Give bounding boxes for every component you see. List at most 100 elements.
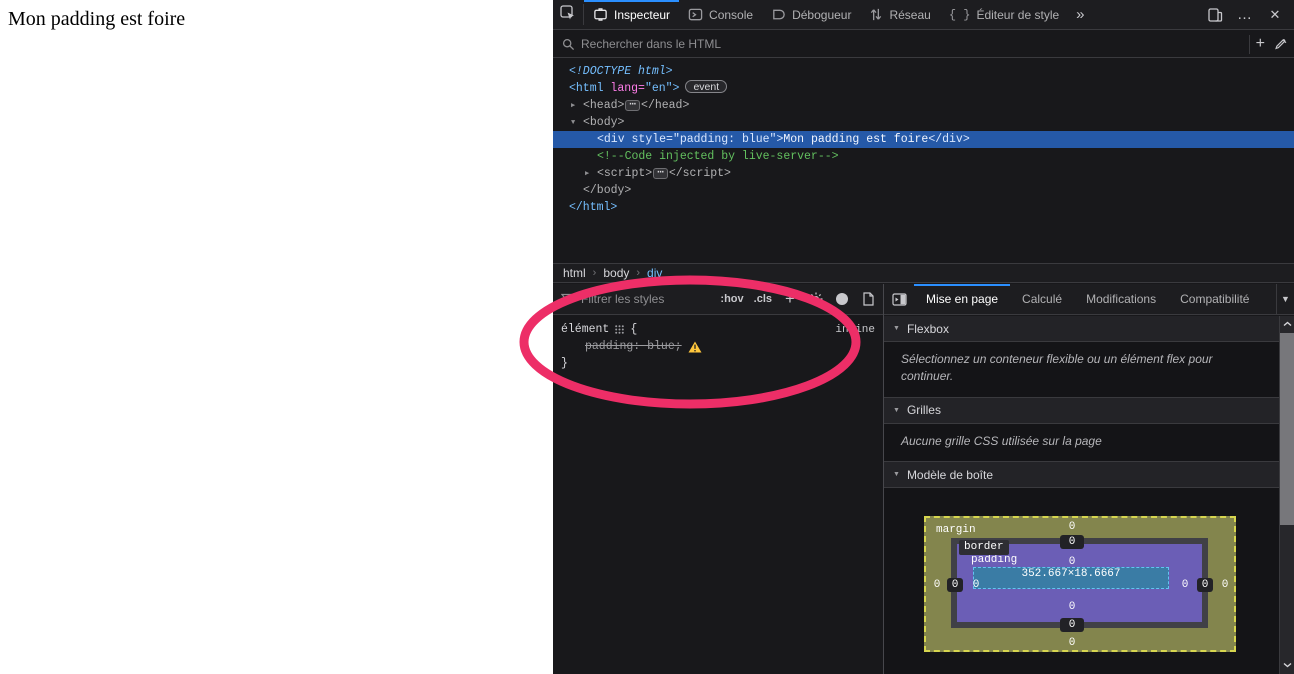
page-body-text: Mon padding est foire	[8, 8, 545, 31]
class-panel-button[interactable]: .cls	[751, 291, 775, 307]
add-node-button[interactable]: +	[1256, 36, 1265, 52]
print-simulation-button[interactable]	[857, 288, 879, 310]
rule-selector[interactable]: élément	[561, 321, 609, 338]
expand-arrow-icon[interactable]: ▶	[585, 166, 589, 183]
border-label: border	[959, 540, 1009, 555]
screenshot-root: Mon padding est foire	[0, 0, 1294, 674]
add-rule-button[interactable]: +	[779, 288, 801, 310]
ellipsis-badge[interactable]: ⋯	[625, 100, 640, 111]
border-right-value[interactable]: 0	[1197, 578, 1213, 592]
box-model-margin-region[interactable]: margin 0 0 0 0 0 0 0 0 0	[924, 516, 1236, 652]
responsive-design-mode-button[interactable]	[1202, 3, 1228, 27]
rule-source-link[interactable]: inline	[835, 324, 875, 336]
breadcrumb: html › body › div	[553, 263, 1294, 283]
tab-label: Débogueur	[792, 8, 851, 22]
border-left-value[interactable]: 0	[947, 578, 963, 592]
tab-reseau[interactable]: Réseau	[860, 0, 939, 29]
script-open-tag: <script>	[597, 167, 652, 180]
selector-highlighter-icon[interactable]	[615, 325, 624, 334]
padding-left-value[interactable]: 0	[967, 578, 985, 592]
tab-editeur-de-style[interactable]: { } Éditeur de style	[940, 0, 1068, 29]
section-title: Modèle de boîte	[907, 468, 993, 482]
markup-row-body-close[interactable]: </body>	[553, 182, 1294, 199]
search-actions: +	[1249, 35, 1294, 54]
comment-text: <!--Code injected by live-server-->	[597, 150, 839, 163]
invalid-declaration[interactable]: padding: blue;	[585, 338, 682, 355]
tab-label: Console	[709, 8, 753, 22]
breadcrumb-item-html[interactable]: html	[563, 266, 586, 280]
pick-element-button[interactable]	[553, 0, 583, 29]
section-header-grilles[interactable]: ▼ Grilles	[884, 398, 1279, 424]
markup-row-html-open[interactable]: <html lang="en">event	[553, 80, 1294, 97]
rule-close-line: }	[561, 355, 875, 372]
markup-row-doctype[interactable]: <!DOCTYPE html>	[553, 63, 1294, 80]
margin-top-value[interactable]: 0	[1060, 520, 1084, 534]
layout-scrollbar[interactable]	[1279, 316, 1294, 674]
tab-label: Compatibilité	[1180, 292, 1249, 306]
tab-mise-en-page[interactable]: Mise en page	[914, 284, 1010, 314]
tab-inspecteur[interactable]: Inspecteur	[584, 0, 679, 29]
markup-row-comment[interactable]: <!--Code injected by live-server-->	[553, 148, 1294, 165]
padding-label: padding	[971, 554, 1017, 566]
collapse-arrow-icon[interactable]: ▼	[571, 115, 575, 132]
border-top-value[interactable]: 0	[1060, 535, 1084, 549]
search-icon	[553, 38, 581, 51]
tabs-dropdown-button[interactable]: ▼	[1276, 284, 1294, 314]
scroll-up-icon[interactable]	[1280, 316, 1294, 331]
html-close-tag: </html>	[569, 201, 617, 214]
section-title: Flexbox	[907, 322, 949, 336]
rule-selector-line: élément { inline	[561, 321, 875, 338]
tab-console[interactable]: Console	[679, 0, 762, 29]
head-close-tag: </head>	[641, 99, 689, 112]
meatball-menu-button[interactable]: …	[1232, 3, 1258, 27]
tab-label: Inspecteur	[614, 8, 670, 22]
breadcrumb-separator: ›	[593, 267, 597, 279]
pseudo-class-button[interactable]: :hov	[717, 291, 746, 307]
rules-list: élément { inline padding: blue;	[553, 315, 883, 674]
breadcrumb-item-body[interactable]: body	[603, 266, 629, 280]
tab-modifications[interactable]: Modifications	[1074, 284, 1168, 314]
event-badge[interactable]: event	[685, 80, 727, 93]
margin-left-value[interactable]: 0	[928, 578, 946, 592]
light-mode-simulation-button[interactable]	[805, 288, 827, 310]
markup-row-html-close[interactable]: </html>	[553, 199, 1294, 216]
tab-calcule[interactable]: Calculé	[1010, 284, 1074, 314]
padding-top-value[interactable]: 0	[1060, 555, 1084, 569]
margin-right-value[interactable]: 0	[1216, 578, 1234, 592]
box-model-diagram: margin 0 0 0 0 0 0 0 0 0	[884, 488, 1279, 674]
sidebar-toggle-icon[interactable]	[884, 284, 914, 314]
border-bottom-value[interactable]: 0	[1060, 618, 1084, 632]
head-open-tag: <head>	[583, 99, 624, 112]
section-header-flexbox[interactable]: ▼ Flexbox	[884, 316, 1279, 342]
markup-search-bar: +	[553, 31, 1294, 58]
dark-mode-simulation-button[interactable]	[831, 288, 853, 310]
section-header-modele-de-boite[interactable]: ▼ Modèle de boîte	[884, 462, 1279, 488]
scroll-down-icon[interactable]	[1280, 657, 1294, 672]
padding-right-value[interactable]: 0	[1176, 578, 1194, 592]
collapse-arrow-icon: ▼	[893, 407, 900, 414]
filter-styles-input[interactable]	[581, 292, 713, 306]
markup-row-div-selected[interactable]: <div style="padding: blue">Mon padding e…	[553, 131, 1294, 148]
tab-debogueur[interactable]: Débogueur	[762, 0, 860, 29]
rule-declaration-line[interactable]: padding: blue;	[561, 338, 875, 355]
div-close-tag: </div>	[928, 133, 969, 146]
box-model-border-region[interactable]: border padding 352.667×18.6667	[951, 538, 1208, 628]
body-open-tag: <body>	[583, 116, 624, 129]
expand-arrow-icon[interactable]: ▶	[571, 98, 575, 115]
tab-overflow-chevron[interactable]: »	[1068, 0, 1092, 29]
margin-bottom-value[interactable]: 0	[1060, 636, 1084, 650]
box-model-content-region[interactable]: 352.667×18.6667	[973, 567, 1169, 589]
markup-row-body-open[interactable]: ▼ <body>	[553, 114, 1294, 131]
search-input[interactable]	[581, 37, 1249, 51]
padding-bottom-value[interactable]: 0	[1060, 600, 1084, 614]
tab-label: Calculé	[1022, 292, 1062, 306]
markup-row-script[interactable]: ▶<script>⋯</script>	[553, 165, 1294, 182]
breadcrumb-item-div[interactable]: div	[647, 266, 662, 280]
markup-row-head[interactable]: ▶ <head>⋯</head>	[553, 97, 1294, 114]
div-text: Mon padding est foire	[783, 133, 928, 146]
ellipsis-badge[interactable]: ⋯	[653, 168, 668, 179]
eyedropper-button[interactable]	[1275, 38, 1288, 51]
scrollbar-thumb[interactable]	[1280, 333, 1294, 525]
close-devtools-button[interactable]: ✕	[1262, 3, 1288, 27]
tab-compatibilite[interactable]: Compatibilité	[1168, 284, 1261, 314]
